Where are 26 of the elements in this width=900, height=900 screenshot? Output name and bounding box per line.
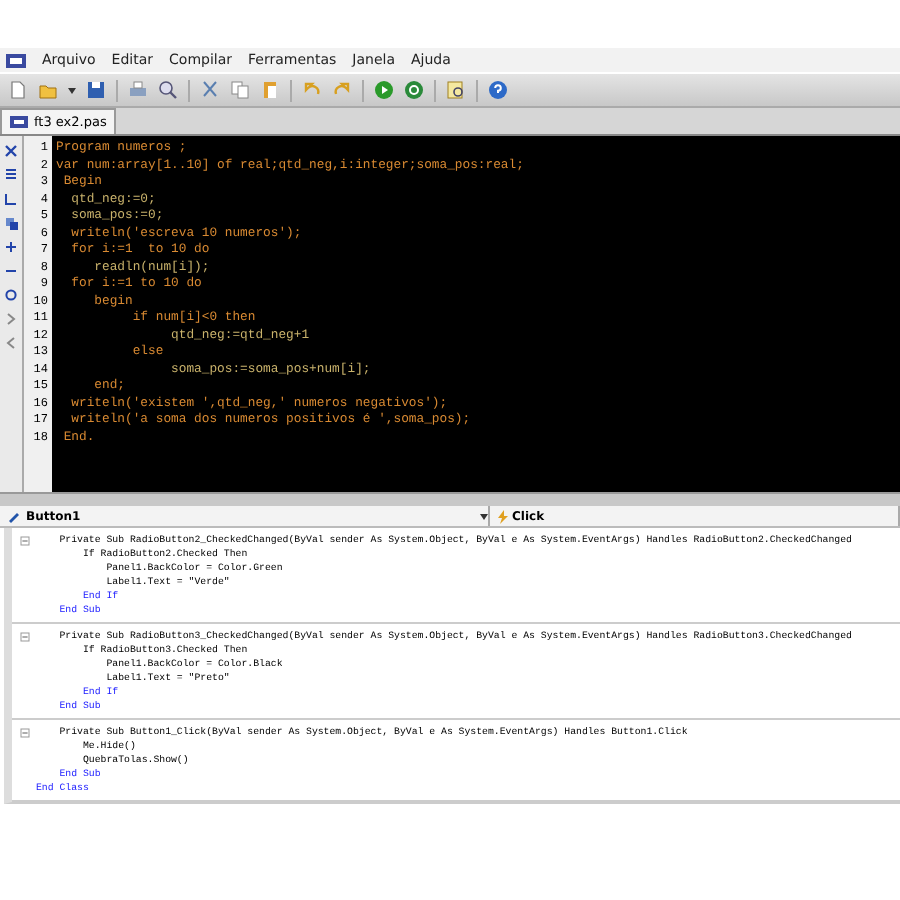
app-icon bbox=[6, 53, 26, 67]
printer-icon[interactable] bbox=[128, 80, 148, 100]
chevron-right-icon[interactable] bbox=[4, 312, 18, 326]
caret-icon[interactable] bbox=[68, 87, 76, 93]
chevron-left-icon[interactable] bbox=[4, 336, 18, 350]
scissors-icon[interactable] bbox=[200, 80, 220, 100]
close-icon[interactable] bbox=[4, 144, 18, 158]
file-icon bbox=[10, 116, 28, 128]
collapse-icon[interactable] bbox=[19, 728, 29, 738]
copy-icon[interactable] bbox=[230, 80, 250, 100]
new-file-icon[interactable] bbox=[8, 80, 28, 100]
help-icon[interactable] bbox=[488, 80, 508, 100]
save-icon[interactable] bbox=[86, 80, 106, 100]
play-icon[interactable] bbox=[374, 80, 394, 100]
search-icon[interactable] bbox=[446, 80, 466, 100]
collapse-icon[interactable] bbox=[19, 632, 29, 642]
clipboard-icon[interactable] bbox=[260, 80, 280, 100]
collapse-icon[interactable] bbox=[19, 536, 29, 546]
windows-icon[interactable] bbox=[4, 216, 18, 230]
lightning-icon bbox=[498, 509, 508, 523]
folder-icon[interactable] bbox=[38, 80, 58, 100]
caret-icon bbox=[480, 513, 488, 519]
list-icon[interactable] bbox=[4, 168, 18, 182]
plus-icon[interactable] bbox=[4, 240, 18, 254]
minus-icon[interactable] bbox=[4, 264, 18, 278]
magnifier-icon[interactable] bbox=[158, 80, 178, 100]
